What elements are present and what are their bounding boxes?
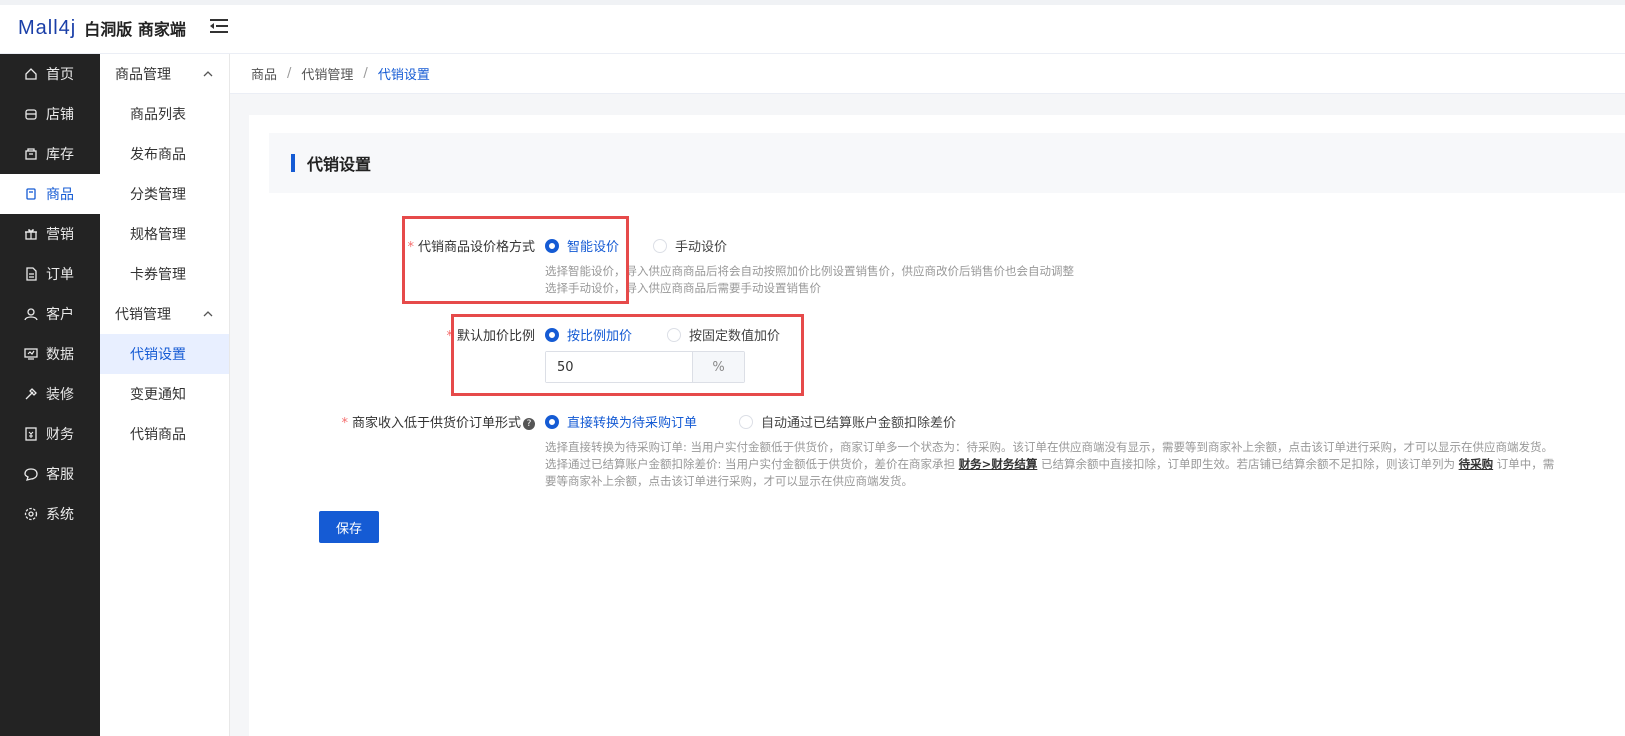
- sidebar-item-data[interactable]: 数据: [0, 334, 100, 374]
- finance-settlement-link[interactable]: 财务>财务结算: [959, 457, 1038, 471]
- top-header: Mall4j 白洞版 商家端: [0, 0, 1625, 54]
- subnav-item-category[interactable]: 分类管理: [100, 174, 229, 214]
- sidebar-item-shop[interactable]: 店铺: [0, 94, 100, 134]
- save-button[interactable]: 保存: [319, 511, 379, 543]
- hint-line: 选择通过已结算账户金额扣除差价: 当用户实付金额低于供货价，差价在商家承担 财务…: [545, 456, 1610, 473]
- home-icon: [25, 68, 37, 80]
- sidebar-item-service[interactable]: 客服: [0, 454, 100, 494]
- hint-text: 订单中，需: [1496, 457, 1555, 471]
- radio-dot: [653, 238, 667, 253]
- low-income-hint: 选择直接转换为待采购订单: 当用户实付金额低于供货价，商家订单多一个状态为：待采…: [545, 439, 1610, 490]
- sidebar-item-label: 库存: [46, 147, 74, 163]
- sidebar-item-home[interactable]: 首页: [0, 54, 100, 94]
- sidebar-item-label: 客户: [46, 307, 74, 323]
- logo-text: 白洞版 商家端: [84, 20, 186, 39]
- radio-label: 自动通过已结算账户金额扣除差价: [761, 416, 957, 431]
- subnav-group-product-management[interactable]: 商品管理: [100, 54, 229, 94]
- product-icon: [26, 188, 36, 200]
- breadcrumb-current: 代销设置: [377, 68, 430, 83]
- breadcrumb-item[interactable]: 代销管理: [301, 64, 353, 83]
- sidebar-item-label: 商品: [46, 187, 74, 203]
- subnav-group-label: 代销管理: [115, 307, 171, 323]
- hint-text: 已结算余额中直接扣除，订单即生效。若店铺已结算余额不足扣除，则该订单列为: [1040, 457, 1455, 471]
- radio-convert-to-purchase[interactable]: 直接转换为待采购订单: [545, 412, 697, 431]
- radio-deduct-settled-balance[interactable]: 自动通过已结算账户金额扣除差价: [739, 412, 956, 431]
- subnav-item-consignment-products[interactable]: 代销商品: [100, 414, 229, 454]
- subnav-group-consignment[interactable]: 代销管理: [100, 294, 229, 334]
- subnav-item-publish-product[interactable]: 发布商品: [100, 134, 229, 174]
- sidebar-item-inventory[interactable]: 库存: [0, 134, 100, 174]
- logo[interactable]: Mall4j 白洞版 商家端: [18, 16, 186, 40]
- sidebar-item-label: 首页: [46, 67, 74, 83]
- sidebar-item-finance[interactable]: 财务: [0, 414, 100, 454]
- highlight-box: [402, 216, 629, 304]
- subnav-item-product-list[interactable]: 商品列表: [100, 94, 229, 134]
- main-sidebar: 首页 店铺 库存 商品 营销 订单 客户 数据 装修 财务 客服 系统: [0, 54, 100, 736]
- help-question-icon[interactable]: ?: [523, 418, 535, 430]
- pending-purchase-link[interactable]: 待采购: [1459, 457, 1494, 471]
- hint-line: 选择手动设价，导入供应商商品后需要手动设置销售价: [545, 281, 821, 295]
- sidebar-item-settings[interactable]: 系统: [0, 494, 100, 534]
- radio-label: 直接转换为待采购订单: [567, 416, 698, 431]
- card-header: 代销设置: [269, 133, 1625, 193]
- subnav-item-spec[interactable]: 规格管理: [100, 214, 229, 254]
- subnav-group-label: 商品管理: [115, 67, 171, 83]
- breadcrumb-item[interactable]: 商品: [251, 64, 277, 83]
- breadcrumb-separator: /: [363, 66, 368, 81]
- inventory-icon: [25, 148, 37, 160]
- chevron-up-icon: [203, 311, 213, 317]
- breadcrumb-separator: /: [287, 66, 292, 81]
- sidebar-item-label: 店铺: [46, 107, 74, 123]
- sidebar-item-marketing[interactable]: 营销: [0, 214, 100, 254]
- subnav-item-change-notice[interactable]: 变更通知: [100, 374, 229, 414]
- menu-fold-icon[interactable]: [210, 18, 228, 34]
- pricing-hint: 选择智能设价，导入供应商商品后将会自动按照加价比例设置销售价，供应商改价后销售价…: [545, 263, 1605, 297]
- sidebar-item-product[interactable]: 商品: [0, 174, 100, 214]
- page-title: 代销设置: [307, 155, 372, 174]
- sidebar-item-customer[interactable]: 客户: [0, 294, 100, 334]
- sidebar-item-label: 财务: [46, 427, 74, 443]
- sidebar-item-label: 系统: [46, 507, 74, 523]
- sidebar-item-order[interactable]: 订单: [0, 254, 100, 294]
- hint-line: 选择智能设价，导入供应商商品后将会自动按照加价比例设置销售价，供应商改价后销售价…: [545, 264, 1074, 278]
- settings-icon: [24, 507, 38, 521]
- sidebar-item-label: 客服: [46, 467, 74, 483]
- sidebar-item-label: 装修: [46, 387, 74, 403]
- sub-navigation: 商品管理 商品列表 发布商品 分类管理 规格管理 卡券管理 代销管理 代销设置 …: [100, 54, 230, 736]
- top-strip: [0, 0, 1625, 5]
- breadcrumb: 商品 / 代销管理 / 代销设置: [230, 54, 1625, 94]
- radio-manual-pricing[interactable]: 手动设价: [653, 236, 727, 255]
- order-icon: [26, 267, 37, 281]
- sidebar-item-decorate[interactable]: 装修: [0, 374, 100, 414]
- hint-text: 选择通过已结算账户金额扣除差价: 当用户实付金额低于供货价，差价在商家承担: [545, 457, 956, 471]
- shop-icon: [25, 109, 37, 120]
- sidebar-item-label: 数据: [46, 347, 74, 363]
- title-accent-bar: [291, 154, 295, 172]
- required-mark: *: [341, 416, 348, 431]
- highlight-box: [451, 314, 804, 396]
- subnav-item-coupon[interactable]: 卡券管理: [100, 254, 229, 294]
- data-icon: [24, 348, 38, 360]
- finance-icon: [25, 427, 37, 441]
- radio-label: 手动设价: [675, 240, 728, 255]
- hint-line: 要等商家补上余额，点击该订单进行采购，才可以显示在供应商端发货。: [545, 474, 913, 488]
- service-icon: [24, 468, 38, 481]
- low-income-order-label-text: 商家收入低于供货价订单形式: [351, 416, 521, 431]
- hint-line: 选择直接转换为待采购订单: 当用户实付金额低于供货价，商家订单多一个状态为：待采…: [545, 440, 1554, 454]
- low-income-order-label: * 商家收入低于供货价订单形式?: [300, 412, 535, 431]
- sidebar-item-label: 订单: [46, 267, 74, 283]
- sidebar-item-label: 营销: [46, 227, 74, 243]
- gift-icon: [25, 229, 37, 240]
- subnav-item-consignment-settings[interactable]: 代销设置: [100, 334, 229, 374]
- radio-dot: [545, 414, 559, 429]
- customer-icon: [24, 308, 38, 321]
- logo-mark: Mall4j: [18, 16, 77, 39]
- chevron-up-icon: [203, 71, 213, 77]
- radio-dot: [739, 414, 753, 429]
- decorate-icon: [25, 388, 37, 400]
